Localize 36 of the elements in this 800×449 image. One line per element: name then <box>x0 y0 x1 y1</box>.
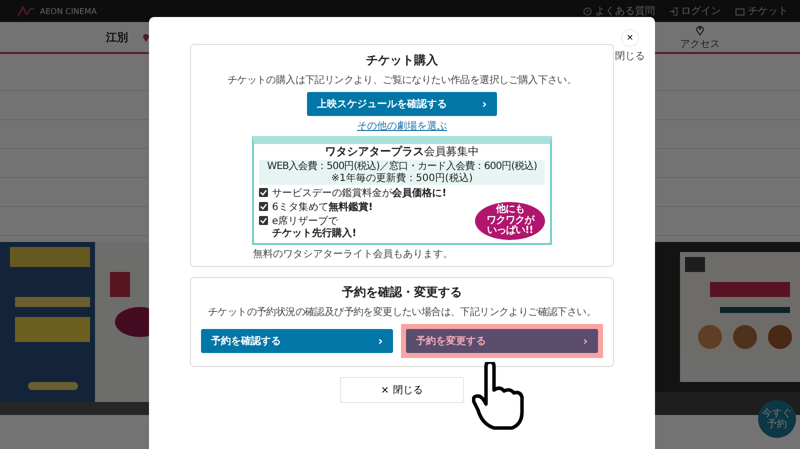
login-icon <box>669 6 678 16</box>
benefit-text: 6ミタ集めて無料鑑賞! <box>272 202 373 214</box>
close-button[interactable]: × 閉じる <box>340 377 464 403</box>
close-label: 閉じる <box>615 50 645 63</box>
nav-item[interactable]: アクセス <box>680 24 720 50</box>
checkbox-icon <box>259 202 268 211</box>
benefit-text: チケット先行購入! <box>272 228 357 240</box>
pin-icon <box>142 32 150 42</box>
promo-banner[interactable]: ワタシアタープラス会員募集中 WEB入会費：500円(税込)／窓口・カード入会費：600円(税込) ※1年毎の更新費：500円(税込) サービスデーの鑑賞料金が会員価格に! 6ミタ集めて無料鑑賞! e席リザーブで チケット先行購入! 他にも ワクワクが いっぱい!! <box>252 136 552 245</box>
speech-bubble: 他にも ワクワクが いっぱい!! <box>475 202 545 240</box>
other-theater-link[interactable]: その他の劇場を選ぶ <box>357 119 447 133</box>
section-description: チケットの予約状況の確認及び予約を変更したい場合は、下記リンクよりご確認下さい。 <box>208 306 596 319</box>
schedule-button[interactable]: 上映スケジュールを確認する › <box>307 92 497 116</box>
change-reservation-button[interactable]: 予約を変更する › <box>406 329 598 353</box>
header-link[interactable]: ログイン <box>669 4 721 18</box>
benefit-text: サービスデーの鑑賞料金が会員価格に! <box>272 188 447 200</box>
theater-name: 江別 <box>106 30 128 44</box>
header-link[interactable]: チケット <box>735 4 788 18</box>
pin-icon <box>695 24 705 36</box>
checkbox-icon <box>259 216 268 225</box>
section-title: 予約を確認・変更する <box>342 284 462 301</box>
logo-text[interactable]: AEON CINEMA <box>40 6 97 16</box>
confirm-reservation-button[interactable]: 予約を確認する › <box>201 329 393 353</box>
close-button[interactable]: × <box>621 29 639 47</box>
header-link[interactable]: よくある質問 <box>583 4 655 18</box>
benefit-text: e席リザーブで <box>272 216 340 228</box>
fee-text: WEB入会費：500円(税込)／窓口・カード入会費：600円(税込) <box>266 161 538 172</box>
section-title: チケット購入 <box>366 52 438 69</box>
reserve-now-button[interactable]: 今すぐ 予約 <box>758 400 796 438</box>
help-icon <box>583 6 592 16</box>
renewal-text: ※1年毎の更新費：500円(税込) <box>330 172 474 184</box>
promo-title: ワタシアタープラス会員募集中 <box>324 144 480 159</box>
checkbox-icon <box>259 188 268 197</box>
logo-icon <box>16 5 36 17</box>
section-description: チケットの購入は下記リンクより、ご覧になりたい作品を選択しご購入下さい。 <box>227 74 577 87</box>
note-text: 無料のワタシアターライト会員もあります。 <box>253 248 453 261</box>
